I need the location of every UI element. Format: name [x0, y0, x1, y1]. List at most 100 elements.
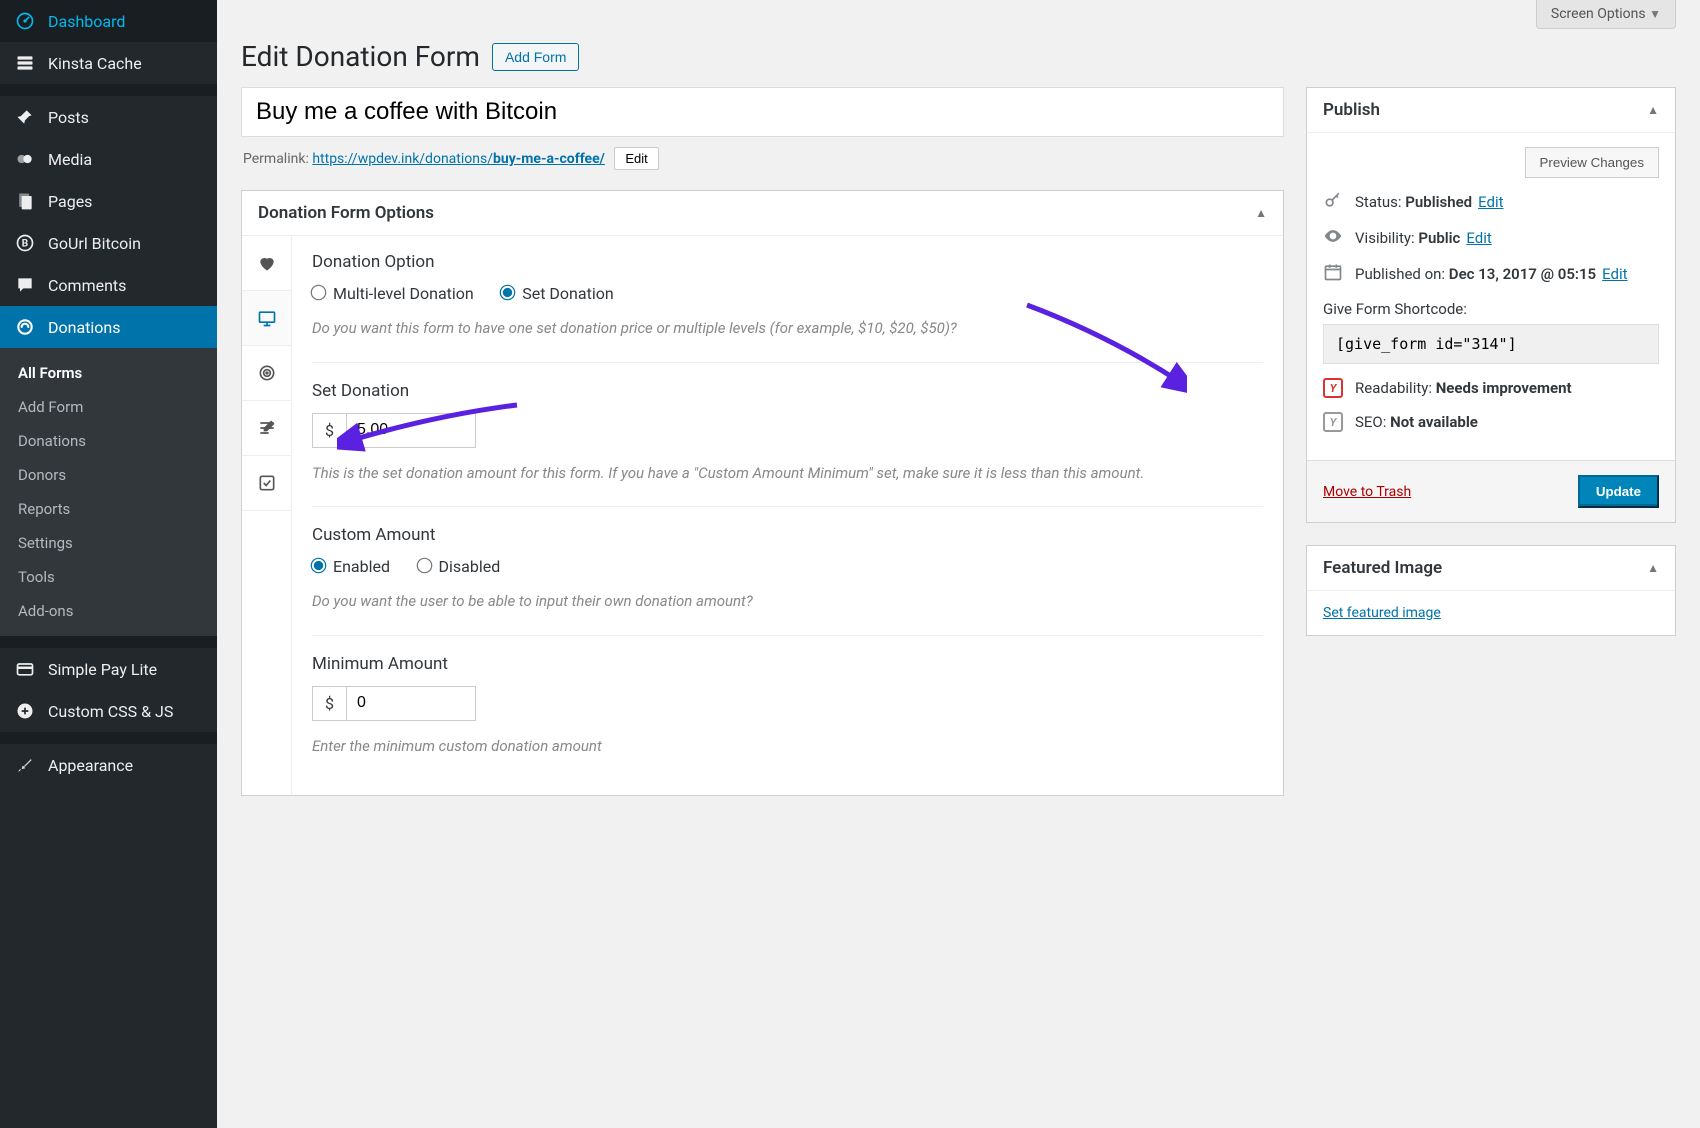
tab-terms[interactable]	[242, 456, 291, 511]
chevron-up-icon: ▲	[1647, 103, 1659, 117]
sidebar-item-simple-pay[interactable]: Simple Pay Lite	[0, 648, 217, 690]
edit-status-link[interactable]: Edit	[1478, 193, 1503, 211]
donation-option-desc: Do you want this form to have one set do…	[312, 317, 1263, 340]
sidebar-item-pages[interactable]: Pages	[0, 180, 217, 222]
brush-icon	[14, 754, 36, 776]
custom-amount-label: Custom Amount	[312, 525, 1263, 545]
metabox-toggle[interactable]: Donation Form Options ▲	[242, 191, 1283, 236]
screen-options-tab[interactable]: Screen Options ▼	[1536, 0, 1676, 29]
minimum-amount-input[interactable]	[346, 686, 476, 721]
sidebar-label: Appearance	[48, 756, 133, 775]
radio-custom-disabled[interactable]: Disabled	[418, 557, 501, 576]
permalink-link[interactable]: https://wpdev.ink/donations/buy-me-a-cof…	[312, 151, 605, 167]
sidebar-item-dashboard[interactable]: Dashboard	[0, 0, 217, 42]
sidebar-separator	[0, 84, 217, 96]
sidebar-item-appearance[interactable]: Appearance	[0, 744, 217, 786]
sidebar-submenu: All Forms Add Form Donations Donors Repo…	[0, 348, 217, 636]
sidebar-item-kinsta-cache[interactable]: Kinsta Cache	[0, 42, 217, 84]
tab-form-content[interactable]	[242, 401, 291, 456]
svg-text:B: B	[22, 238, 28, 249]
pin-icon	[14, 106, 36, 128]
metabox-toggle[interactable]: Featured Image ▲	[1307, 546, 1675, 591]
minimum-amount-desc: Enter the minimum custom donation amount	[312, 735, 1263, 758]
eye-icon	[1323, 226, 1345, 250]
admin-sidebar: Dashboard Kinsta Cache Posts Media Pages…	[0, 0, 217, 1128]
plus-icon	[14, 700, 36, 722]
sidebar-label: Donations	[48, 318, 121, 337]
sidebar-item-custom-css-js[interactable]: Custom CSS & JS	[0, 690, 217, 732]
radio-custom-enabled[interactable]: Enabled	[312, 557, 390, 576]
edit-date-link[interactable]: Edit	[1602, 265, 1627, 283]
submenu-all-forms[interactable]: All Forms	[0, 356, 217, 390]
featured-image-heading: Featured Image	[1323, 558, 1442, 578]
permalink-row: Permalink: https://wpdev.ink/donations/b…	[243, 147, 1282, 170]
chevron-down-icon: ▼	[1649, 7, 1661, 21]
metabox-toggle[interactable]: Publish ▲	[1307, 88, 1675, 133]
submenu-add-form[interactable]: Add Form	[0, 390, 217, 424]
currency-prefix: $	[312, 413, 346, 448]
set-featured-image-link[interactable]: Set featured image	[1323, 605, 1441, 621]
calendar-icon	[1323, 262, 1345, 286]
sidebar-label: Media	[48, 150, 92, 169]
sidebar-label: Posts	[48, 108, 89, 127]
yoast-seo-icon: Y	[1323, 412, 1343, 432]
card-icon	[14, 658, 36, 680]
dashboard-icon	[14, 10, 36, 32]
update-button[interactable]: Update	[1578, 475, 1659, 508]
sidebar-item-gourl-bitcoin[interactable]: B GoUrl Bitcoin	[0, 222, 217, 264]
submenu-tools[interactable]: Tools	[0, 560, 217, 594]
sidebar-label: Kinsta Cache	[48, 54, 142, 73]
publish-heading: Publish	[1323, 100, 1380, 120]
shortcode-label: Give Form Shortcode:	[1323, 300, 1659, 318]
sidebar-item-posts[interactable]: Posts	[0, 96, 217, 138]
sidebar-item-media[interactable]: Media	[0, 138, 217, 180]
submenu-donors[interactable]: Donors	[0, 458, 217, 492]
yoast-readability-icon: Y	[1323, 378, 1343, 398]
comment-icon	[14, 274, 36, 296]
edit-visibility-link[interactable]: Edit	[1466, 229, 1491, 247]
sidebar-label: Dashboard	[48, 12, 125, 31]
minimum-amount-label: Minimum Amount	[312, 654, 1263, 674]
pages-icon	[14, 190, 36, 212]
metabox-title: Donation Form Options	[258, 203, 434, 223]
main-content: Screen Options ▼ Edit Donation Form Add …	[217, 0, 1700, 1128]
featured-image-metabox: Featured Image ▲ Set featured image	[1306, 545, 1676, 636]
add-form-button[interactable]: Add Form	[492, 43, 579, 71]
permalink-label: Permalink:	[243, 151, 309, 167]
custom-amount-desc: Do you want the user to be able to input…	[312, 590, 1263, 613]
page-title: Edit Donation Form	[241, 40, 480, 73]
form-option-tabs	[242, 236, 292, 795]
currency-prefix: $	[312, 686, 346, 721]
tab-donation-goal[interactable]	[242, 346, 291, 401]
bitcoin-icon: B	[14, 232, 36, 254]
set-donation-desc: This is the set donation amount for this…	[312, 462, 1263, 485]
preview-changes-button[interactable]: Preview Changes	[1525, 147, 1659, 178]
screen-options-label: Screen Options	[1551, 6, 1646, 22]
submenu-addons[interactable]: Add-ons	[0, 594, 217, 628]
sidebar-item-donations[interactable]: Donations	[0, 306, 217, 348]
set-donation-label: Set Donation	[312, 381, 1263, 401]
media-icon	[14, 148, 36, 170]
chevron-up-icon: ▲	[1255, 206, 1267, 220]
donation-form-options-metabox: Donation Form Options ▲	[241, 190, 1284, 796]
tab-form-display[interactable]	[242, 291, 291, 346]
move-to-trash-link[interactable]: Move to Trash	[1323, 484, 1411, 500]
set-donation-input[interactable]	[346, 413, 476, 448]
sidebar-item-comments[interactable]: Comments	[0, 264, 217, 306]
chevron-up-icon: ▲	[1647, 561, 1659, 575]
publish-metabox: Publish ▲ Preview Changes Status: Publis…	[1306, 87, 1676, 523]
post-title-input[interactable]	[241, 87, 1284, 137]
donation-option-label: Donation Option	[312, 252, 1263, 272]
edit-permalink-button[interactable]: Edit	[614, 147, 658, 170]
sidebar-label: Pages	[48, 192, 92, 211]
cache-icon	[14, 52, 36, 74]
tab-donation-options[interactable]	[242, 236, 291, 291]
sidebar-label: GoUrl Bitcoin	[48, 234, 141, 253]
submenu-reports[interactable]: Reports	[0, 492, 217, 526]
radio-multi-level[interactable]: Multi-level Donation	[312, 284, 474, 303]
submenu-settings[interactable]: Settings	[0, 526, 217, 560]
shortcode-input[interactable]	[1323, 324, 1659, 364]
radio-set-donation[interactable]: Set Donation	[501, 284, 613, 303]
sidebar-label: Custom CSS & JS	[48, 702, 173, 721]
submenu-donations[interactable]: Donations	[0, 424, 217, 458]
